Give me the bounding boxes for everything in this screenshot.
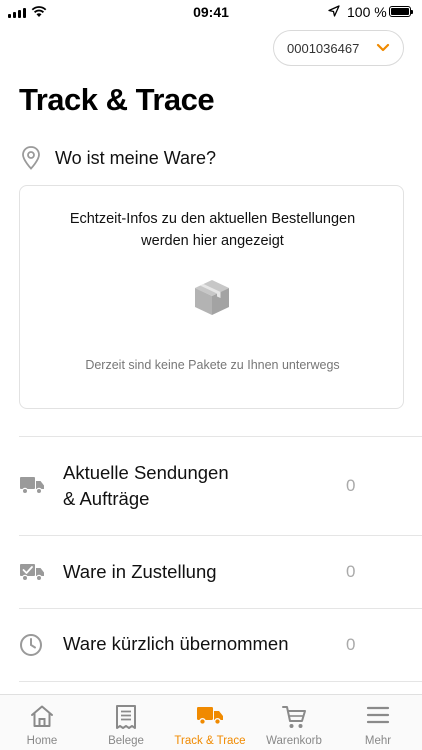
list-item-label-line2: & Aufträge: [63, 488, 150, 509]
clock-icon: [20, 634, 42, 656]
menu-icon: [366, 706, 390, 724]
package-icon: [195, 280, 229, 315]
tab-track-and-trace[interactable]: Track & Trace: [168, 695, 252, 750]
tab-label: Mehr: [364, 735, 392, 747]
count-badge: 0: [346, 635, 356, 654]
tab-home[interactable]: Home: [0, 695, 84, 750]
info-headline: Echtzeit-Infos zu den aktuellen Bestellu…: [20, 208, 405, 252]
page-title: Track & Trace: [19, 82, 215, 117]
list-item-current-shipments[interactable]: Aktuelle Sendungen & Aufträge 0: [0, 437, 422, 535]
list-item-label: Ware kürzlich übernommen: [63, 633, 289, 654]
account-number-dropdown[interactable]: 0001036467: [273, 30, 404, 66]
account-number: 0001036467: [287, 40, 360, 56]
tab-belege[interactable]: Belege: [84, 695, 168, 750]
list-item-recently-received[interactable]: Ware kürzlich übernommen 0: [0, 609, 422, 681]
truck-icon: [197, 707, 223, 725]
count-badge: 0: [346, 476, 356, 495]
list-item-label-line1: Aktuelle Sendungen: [63, 462, 229, 483]
battery-percentage: 100 %: [347, 4, 387, 20]
home-icon: [31, 705, 53, 727]
where-is-my-goods-heading: Wo ist meine Ware?: [20, 144, 216, 172]
empty-state-text: Derzeit sind keine Pakete zu Ihnen unter…: [85, 358, 340, 372]
list-item-label: Aktuelle Sendungen & Aufträge: [63, 460, 229, 512]
truck-check-icon: [20, 564, 44, 582]
tab-label: Track & Trace: [174, 735, 246, 747]
chevron-down-icon: [376, 43, 390, 52]
tab-label: Home: [26, 735, 58, 747]
count-badge: 0: [346, 562, 356, 581]
divider: [19, 681, 422, 682]
receipt-icon: [116, 705, 136, 729]
realtime-info-card: Echtzeit-Infos zu den aktuellen Bestellu…: [19, 185, 404, 409]
battery-icon: [389, 6, 413, 17]
tab-warenkorb[interactable]: Warenkorb: [252, 695, 336, 750]
location-arrow-icon: [328, 5, 340, 17]
list-item-label: Ware in Zustellung: [63, 561, 217, 582]
info-headline-line1: Echtzeit-Infos zu den aktuellen Bestellu…: [69, 211, 356, 227]
tab-label: Belege: [108, 735, 144, 747]
tab-bar: Home Belege Track & Trace Warenkorb Mehr: [0, 694, 422, 750]
status-bar: 09:41 100 %: [0, 0, 422, 26]
where-label: Wo ist meine Ware?: [55, 147, 217, 168]
tab-label: Warenkorb: [266, 735, 322, 747]
list-item-in-delivery[interactable]: Ware in Zustellung 0: [0, 536, 422, 608]
location-pin-icon: [22, 146, 40, 170]
truck-icon: [20, 477, 44, 495]
info-headline-line2: werden hier angezeigt: [141, 233, 284, 249]
tab-mehr[interactable]: Mehr: [336, 695, 420, 750]
cart-icon: [282, 706, 306, 728]
